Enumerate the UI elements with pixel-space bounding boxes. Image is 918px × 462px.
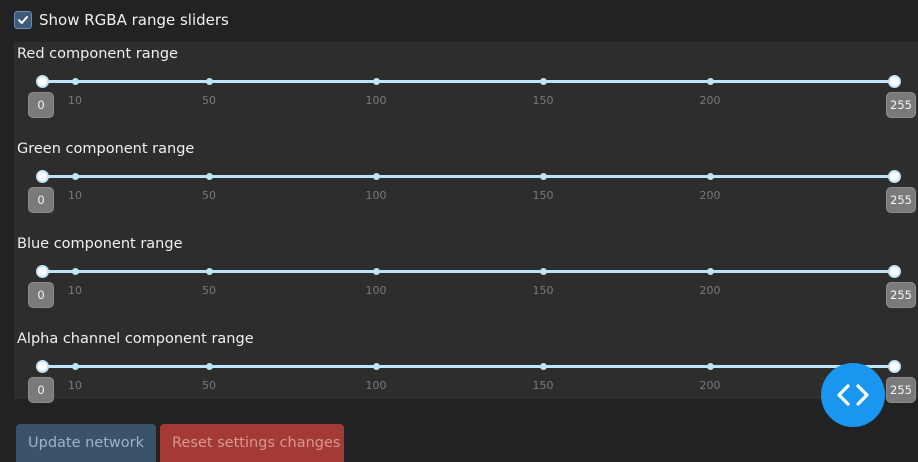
tick-label: 100 <box>365 284 387 297</box>
tick-mark <box>706 363 714 370</box>
slider-title: Alpha channel component range <box>17 331 254 347</box>
tick-mark <box>71 363 79 370</box>
tick-mark <box>539 268 547 275</box>
tick-label: 100 <box>365 379 387 392</box>
tick-mark <box>372 268 380 275</box>
tick-mark <box>539 78 547 85</box>
min-value-badge: 0 <box>28 187 54 213</box>
green-range-slider: Green component range 10 50 100 150 200 … <box>14 137 918 232</box>
code-icon <box>837 384 869 406</box>
tick-label: 200 <box>699 284 721 297</box>
tick-label: 150 <box>532 94 554 107</box>
slider-title: Blue component range <box>17 236 183 252</box>
tick-label: 150 <box>532 379 554 392</box>
min-value-badge: 0 <box>28 377 54 403</box>
tick-mark <box>539 173 547 180</box>
tick-mark <box>372 363 380 370</box>
update-network-button[interactable]: Update network <box>16 424 156 462</box>
max-value-badge: 255 <box>886 187 916 213</box>
tick-label: 10 <box>68 94 82 107</box>
slider-title: Red component range <box>17 46 178 62</box>
tick-label: 200 <box>699 94 721 107</box>
max-value-badge: 255 <box>886 377 916 403</box>
tick-label: 200 <box>699 379 721 392</box>
tick-label: 50 <box>202 94 216 107</box>
code-toggle-button[interactable] <box>821 363 885 427</box>
min-handle[interactable] <box>35 75 49 88</box>
max-value-badge: 255 <box>886 282 916 308</box>
tick-label: 50 <box>202 284 216 297</box>
slider-track[interactable] <box>42 365 894 368</box>
max-handle[interactable] <box>887 170 901 183</box>
reset-settings-button[interactable]: Reset settings changes <box>160 424 344 462</box>
min-handle[interactable] <box>35 170 49 183</box>
sliders-panel: Red component range 10 50 100 150 200 0 … <box>14 42 918 403</box>
tick-label: 100 <box>365 189 387 202</box>
red-range-slider: Red component range 10 50 100 150 200 0 … <box>14 42 918 137</box>
tick-mark <box>372 173 380 180</box>
slider-track[interactable] <box>42 270 894 273</box>
tick-mark <box>71 78 79 85</box>
alpha-range-slider: Alpha channel component range 10 50 100 … <box>14 327 918 422</box>
show-rgba-toggle[interactable]: Show RGBA range sliders <box>14 8 229 32</box>
page: Show RGBA range sliders Red component ra… <box>0 0 918 462</box>
slider-track[interactable] <box>42 175 894 178</box>
max-handle[interactable] <box>887 75 901 88</box>
max-value-badge: 255 <box>886 92 916 118</box>
tick-mark <box>706 173 714 180</box>
slider-track[interactable] <box>42 80 894 83</box>
min-handle[interactable] <box>35 360 49 373</box>
min-value-badge: 0 <box>28 92 54 118</box>
tick-label: 150 <box>532 189 554 202</box>
tick-mark <box>205 173 213 180</box>
blue-range-slider: Blue component range 10 50 100 150 200 0… <box>14 232 918 327</box>
checkmark-icon <box>18 16 28 24</box>
checkbox[interactable] <box>14 11 32 29</box>
max-handle[interactable] <box>887 360 901 373</box>
tick-label: 10 <box>68 284 82 297</box>
tick-mark <box>706 78 714 85</box>
tick-mark <box>205 78 213 85</box>
max-handle[interactable] <box>887 265 901 278</box>
tick-label: 100 <box>365 94 387 107</box>
tick-mark <box>71 268 79 275</box>
slider-title: Green component range <box>17 141 195 157</box>
tick-mark <box>706 268 714 275</box>
tick-mark <box>71 173 79 180</box>
tick-mark <box>539 363 547 370</box>
tick-label: 10 <box>68 379 82 392</box>
tick-label: 50 <box>202 379 216 392</box>
tick-mark <box>372 78 380 85</box>
tick-label: 10 <box>68 189 82 202</box>
tick-label: 150 <box>532 284 554 297</box>
min-value-badge: 0 <box>28 282 54 308</box>
toggle-label: Show RGBA range sliders <box>39 11 229 29</box>
tick-label: 200 <box>699 189 721 202</box>
min-handle[interactable] <box>35 265 49 278</box>
tick-mark <box>205 268 213 275</box>
tick-label: 50 <box>202 189 216 202</box>
tick-mark <box>205 363 213 370</box>
